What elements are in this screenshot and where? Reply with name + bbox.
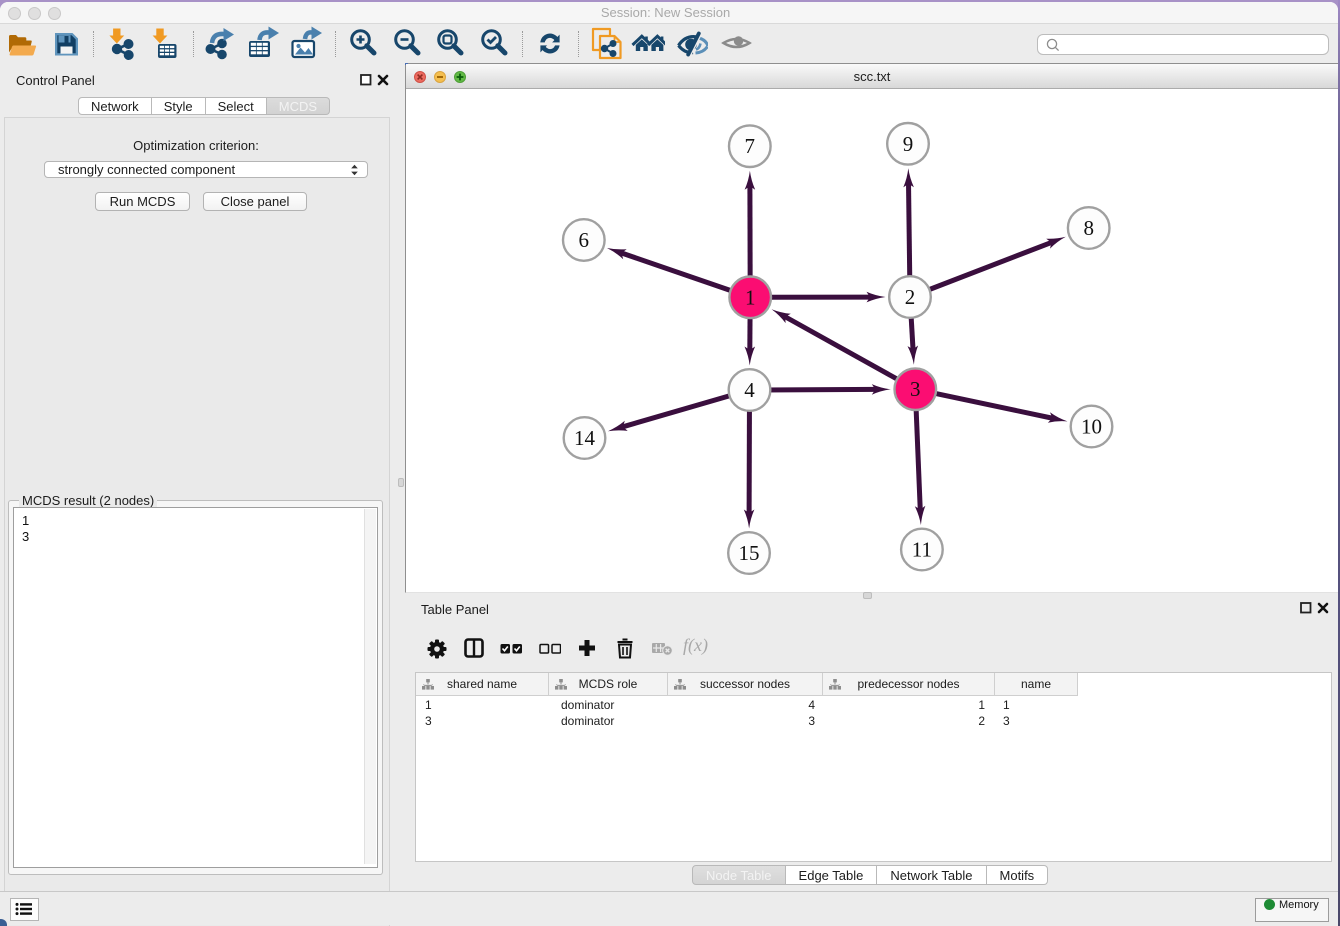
svg-text:11: 11 bbox=[912, 538, 932, 562]
svg-text:1: 1 bbox=[745, 285, 756, 309]
svg-text:15: 15 bbox=[739, 541, 760, 565]
svg-text:8: 8 bbox=[1083, 216, 1094, 240]
svg-text:9: 9 bbox=[903, 132, 914, 156]
svg-text:10: 10 bbox=[1081, 415, 1102, 439]
svg-text:6: 6 bbox=[579, 228, 590, 252]
svg-text:4: 4 bbox=[744, 378, 755, 402]
svg-text:2: 2 bbox=[905, 285, 916, 309]
svg-text:7: 7 bbox=[745, 134, 756, 158]
svg-text:14: 14 bbox=[574, 426, 596, 450]
svg-text:3: 3 bbox=[910, 377, 921, 401]
